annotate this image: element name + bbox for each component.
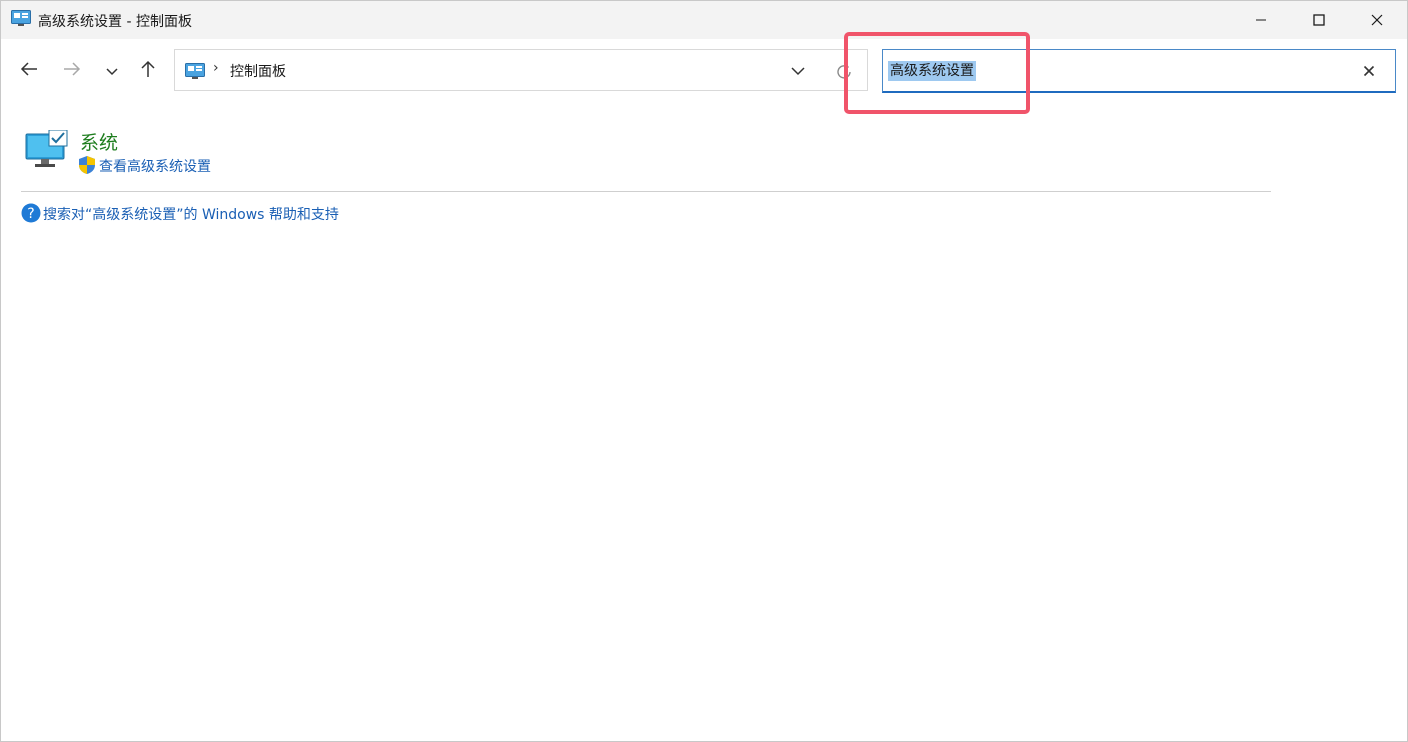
- recent-chevron-icon: [105, 62, 119, 81]
- highlight-annotation-box: [844, 32, 1030, 114]
- minimize-icon: [1255, 14, 1267, 26]
- results-divider: [21, 191, 1271, 192]
- window-title: 高级系统设置 - 控制面板: [38, 14, 192, 30]
- close-icon: [1371, 14, 1383, 26]
- maximize-button[interactable]: [1290, 1, 1348, 39]
- recent-locations-button[interactable]: [100, 59, 124, 83]
- title-bar[interactable]: 高级系统设置 - 控制面板: [1, 1, 1407, 39]
- forward-arrow-icon: [63, 61, 81, 81]
- help-question-icon: ?: [21, 203, 41, 223]
- svg-text:?: ?: [27, 206, 34, 222]
- breadcrumb-separator[interactable]: ›: [213, 60, 219, 76]
- up-arrow-icon: [140, 60, 156, 82]
- address-bar[interactable]: › 控制面板: [174, 49, 868, 91]
- chevron-down-icon[interactable]: [787, 62, 809, 80]
- back-button[interactable]: [17, 59, 41, 83]
- control-panel-icon: [11, 10, 31, 26]
- close-button[interactable]: [1348, 1, 1406, 39]
- minimize-button[interactable]: [1232, 1, 1290, 39]
- computer-monitor-icon[interactable]: [25, 129, 69, 170]
- category-title-system[interactable]: 系统: [80, 128, 118, 155]
- control-panel-icon: [185, 63, 205, 79]
- up-button[interactable]: [136, 59, 160, 83]
- search-results-pane: 系统 查看高级系统设置 ? 搜索对“高级系统设置”的 Windows 帮助和支持: [1, 103, 1407, 741]
- forward-button[interactable]: [60, 59, 84, 83]
- control-panel-window: 高级系统设置 - 控制面板 › 控制面板 高级系统设置 系统 查看高级系统设置 …: [0, 0, 1408, 742]
- uac-shield-icon: [78, 155, 96, 175]
- breadcrumb-control-panel[interactable]: 控制面板: [230, 61, 286, 81]
- clear-x-icon[interactable]: [1361, 63, 1377, 79]
- back-arrow-icon: [20, 61, 38, 81]
- windows-help-search-link[interactable]: 搜索对“高级系统设置”的 Windows 帮助和支持: [43, 204, 339, 224]
- view-advanced-system-settings-link[interactable]: 查看高级系统设置: [99, 156, 211, 176]
- maximize-icon: [1313, 14, 1325, 26]
- navigation-bar: › 控制面板 高级系统设置: [1, 39, 1407, 103]
